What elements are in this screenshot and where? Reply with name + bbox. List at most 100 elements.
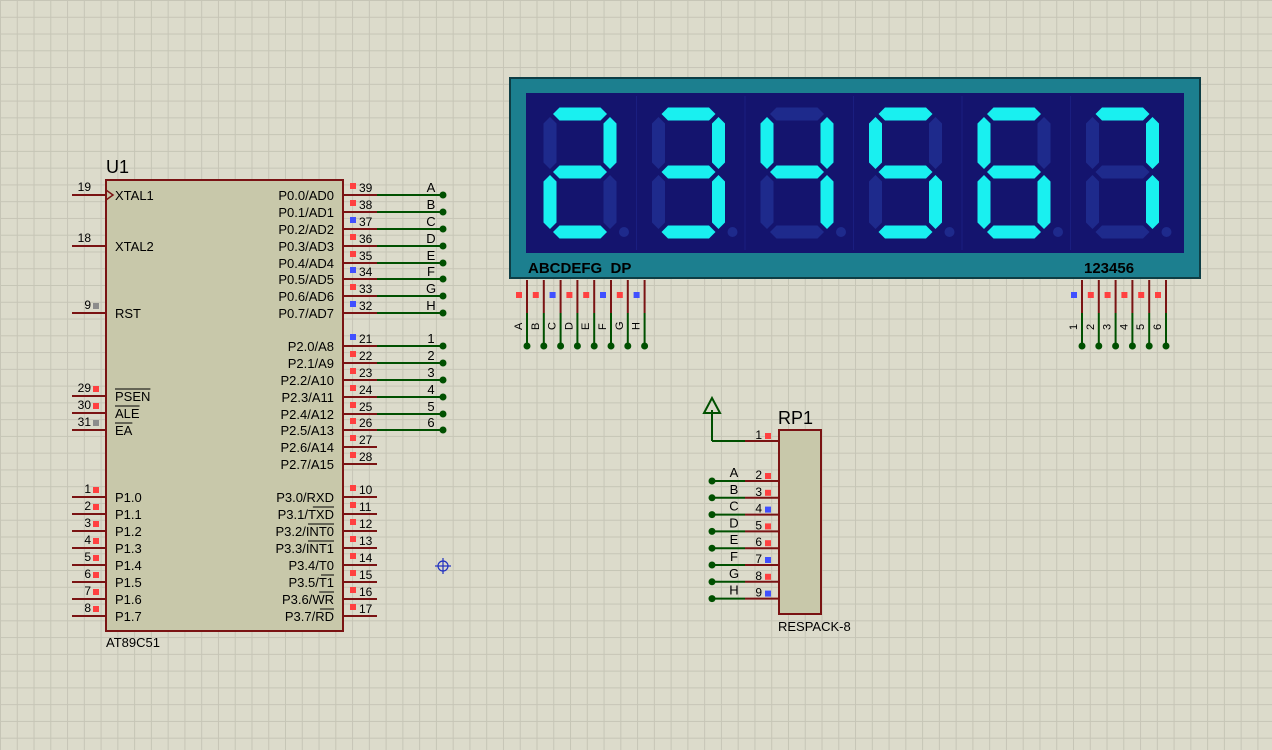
rp1-pin-7[interactable]: 7F <box>708 549 780 569</box>
segment-g <box>553 165 607 179</box>
display-seg-pin-F[interactable]: F <box>597 280 615 350</box>
display-seg-pin-H[interactable]: H <box>631 280 649 350</box>
display-seg-pin-A[interactable]: A <box>513 280 531 350</box>
pin-name: P0.5/AD5 <box>278 272 334 287</box>
wire-junction-dot <box>439 259 447 267</box>
rp1-pin-4[interactable]: 4C <box>708 499 780 519</box>
u1-right-pins: 39P0.0/AD0A38P0.1/AD1B37P0.2/AD2C36P0.3/… <box>275 180 447 624</box>
display-com-pin-6[interactable]: 6 <box>1152 280 1170 350</box>
display-seg-pin-D[interactable]: D <box>563 280 581 350</box>
seven-segment-display[interactable]: ABCDEFG DP 123456 ABCDEFGH 123456 <box>509 77 1201 350</box>
pin-name: A <box>513 322 525 330</box>
display-segment-label: ABCDEFG DP <box>528 260 631 277</box>
display-seg-pin-C[interactable]: C <box>547 280 565 350</box>
pin-number: 7 <box>84 584 91 598</box>
rp1-pin-5[interactable]: 5D <box>708 515 780 535</box>
pin-number: 37 <box>359 215 373 229</box>
pin-name: P3.4/T0 <box>288 558 334 573</box>
pin-number: 14 <box>359 551 373 565</box>
display-com-pin-5[interactable]: 5 <box>1135 280 1153 350</box>
pin-state-indicator <box>93 386 99 392</box>
net-label: 3 <box>427 365 434 380</box>
pin-number: 21 <box>359 332 373 346</box>
rp1-designator: RP1 <box>778 408 813 428</box>
pin-number: 16 <box>359 585 373 599</box>
u1-component[interactable]: U1 AT89C51 19XTAL118XTAL29RST29PSEN30ALE… <box>72 157 447 650</box>
rp1-pin-6[interactable]: 6E <box>708 532 780 552</box>
display-com-pin-2[interactable]: 2 <box>1085 280 1103 350</box>
wire-junction-dot <box>439 376 447 384</box>
display-seg-pin-B[interactable]: B <box>530 280 548 350</box>
pin-state-indicator <box>350 217 356 223</box>
pin-state-indicator <box>765 590 771 597</box>
net-label: A <box>427 180 436 195</box>
segment-d <box>553 225 607 239</box>
segment-d <box>770 225 824 239</box>
net-label: D <box>426 231 435 246</box>
pin-state-indicator <box>350 368 356 374</box>
segment-dp <box>1053 227 1063 237</box>
pin-number: 5 <box>84 550 91 564</box>
pin-state-indicator <box>350 267 356 273</box>
pin-state-indicator <box>350 200 356 206</box>
segment-dp <box>836 227 846 237</box>
net-label: E <box>427 248 436 263</box>
segment-e <box>543 175 557 229</box>
wire-junction-dot <box>439 242 447 250</box>
segment-dp <box>1161 227 1172 237</box>
pin-state-indicator <box>93 420 99 426</box>
rp1-pin-3[interactable]: 3B <box>708 482 780 502</box>
segment-dp <box>944 227 955 237</box>
pin-state-indicator <box>350 234 356 240</box>
pin-name: P2.5/A13 <box>281 423 335 438</box>
rp1-pin-2[interactable]: 2A <box>708 465 780 485</box>
rp1-pin-9[interactable]: 9H <box>708 583 780 603</box>
pin-state-indicator <box>93 572 99 578</box>
pin-state-indicator <box>350 502 356 508</box>
pin-number: 24 <box>359 383 373 397</box>
pin-number: 17 <box>359 602 373 616</box>
pin-name: 6 <box>1152 324 1164 330</box>
pin-state-indicator <box>350 570 356 576</box>
wire-junction-dot <box>708 544 716 552</box>
wire-junction-dot <box>708 511 716 519</box>
rp1-component[interactable]: RP1 RESPACK-8 1 2A3B4C5D6E7F8G9H <box>702 395 851 634</box>
display-seg-pin-G[interactable]: G <box>614 280 632 350</box>
pin-number: 8 <box>84 601 91 615</box>
segment-a <box>987 107 1041 121</box>
segment-c <box>712 175 725 229</box>
pin-number: 7 <box>755 552 762 566</box>
schematic-canvas[interactable]: U1 AT89C51 19XTAL118XTAL29RST29PSEN30ALE… <box>0 0 1272 750</box>
pin-number: 34 <box>359 265 373 279</box>
display-com-pin-1[interactable]: 1 <box>1068 280 1086 350</box>
display-seg-pin-E[interactable]: E <box>580 280 598 350</box>
pin-name: D <box>563 322 575 330</box>
pin-state-indicator <box>583 292 590 298</box>
wire-junction-dot <box>439 359 447 367</box>
pin-state-indicator <box>93 403 99 409</box>
wire-junction-dot <box>523 342 531 350</box>
wire-junction-dot <box>607 342 615 350</box>
pin-name: P3.5/T1 <box>288 575 334 590</box>
display-com-pin-4[interactable]: 4 <box>1118 280 1136 350</box>
net-label: E <box>730 532 739 547</box>
rp1-part-name: RESPACK-8 <box>778 619 851 634</box>
rp1-pin-1[interactable]: 1 <box>712 428 779 442</box>
pin-state-indicator <box>1104 292 1111 298</box>
pin-name: 4 <box>1118 324 1130 330</box>
pin-number: 1 <box>755 428 762 442</box>
pin-name: C <box>547 322 559 330</box>
net-label: 6 <box>427 415 434 430</box>
pin-state-indicator <box>93 589 99 595</box>
display-com-pin-3[interactable]: 3 <box>1102 280 1120 350</box>
segment-b <box>712 117 725 169</box>
display-common-label: 123456 <box>1084 260 1134 277</box>
wire-junction-dot <box>1078 342 1086 350</box>
pin-name: P1.0 <box>115 490 142 505</box>
net-label: B <box>730 482 739 497</box>
rp1-body[interactable] <box>778 429 822 615</box>
pin-state-indicator <box>1138 292 1145 298</box>
segment-g <box>770 165 824 179</box>
pin-state-indicator <box>350 452 356 458</box>
rp1-pin-8[interactable]: 8G <box>708 566 780 586</box>
